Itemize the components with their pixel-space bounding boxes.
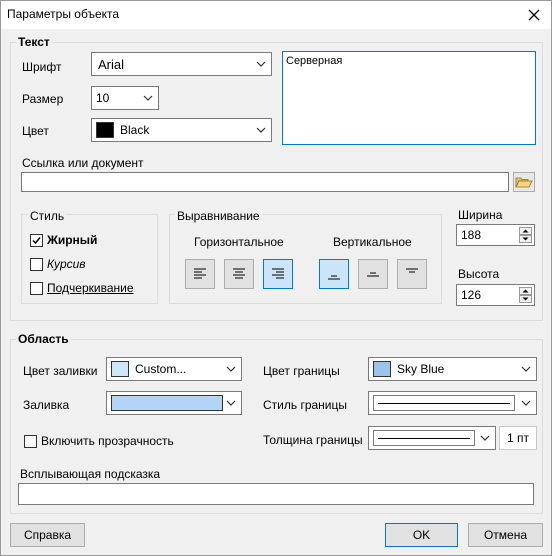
border-color-label: Цвет границы [263,364,340,378]
underline-checkbox[interactable]: Подчеркивание [30,280,134,296]
color-label: Цвет [22,124,49,138]
tooltip-label: Всплывающая подсказка [20,467,161,481]
folder-open-icon [515,177,533,188]
link-input[interactable] [21,172,509,192]
transparency-label: Включить прозрачность [41,434,174,448]
underline-label: Подчеркивание [47,281,134,295]
border-style-select[interactable] [368,391,537,415]
italic-checkbox[interactable]: Курсив [30,256,86,272]
chevron-down-icon [521,400,531,406]
width-spinner[interactable]: 188 [456,224,535,246]
border-width-text: 1 пт [506,431,529,445]
italic-label: Курсив [47,257,86,271]
border-color-select[interactable]: Sky Blue [368,357,537,381]
text-color-select[interactable]: Black [91,118,272,142]
font-value: Arial [98,57,125,72]
bold-check-box [30,233,43,247]
border-color-value: Sky Blue [397,362,445,376]
close-button[interactable] [519,2,549,28]
horizontal-label: Горизонтальное [194,235,284,249]
ok-button[interactable]: OK [385,523,458,547]
ok-button-label: OK [412,528,431,542]
title-bar: Параметры объекта [1,1,551,29]
align-bottom-button[interactable] [319,259,349,289]
align-left-icon [194,268,206,279]
width-value: 188 [461,228,482,242]
fill-select[interactable] [106,391,242,415]
cancel-button[interactable]: Отмена [468,523,543,547]
align-right-button[interactable] [263,259,293,289]
link-label: Ссылка или документ [22,156,144,170]
chevron-down-icon [226,366,236,372]
fill-label: Заливка [23,398,70,412]
align-center-button[interactable] [224,259,254,289]
close-icon [528,9,540,21]
bold-checkbox[interactable]: Жирный [30,232,97,248]
align-middle-icon [367,272,379,277]
browse-button[interactable] [513,172,535,192]
chevron-down-icon [256,61,266,67]
border-style-label: Стиль границы [263,398,348,412]
height-value: 126 [461,288,482,302]
height-label: Высота [458,267,500,281]
align-top-icon [406,268,418,273]
fill-swatch [111,395,223,411]
chevron-down-icon [521,366,531,372]
chevron-down-icon [256,127,266,133]
transparency-checkbox[interactable]: Включить прозрачность [24,433,174,449]
border-color-swatch [373,361,391,377]
size-label: Размер [22,92,64,106]
fill-color-swatch [111,361,129,377]
italic-check-box [30,257,43,271]
chevron-down-icon [143,95,153,101]
text-color-value: Black [120,123,150,137]
fill-color-select[interactable]: Custom... [106,357,242,381]
bold-label: Жирный [47,233,98,247]
size-select[interactable]: 10 [91,86,159,110]
checkmark-icon [32,236,41,244]
border-width-label: Толщина границы [263,433,363,447]
width-label: Ширина [458,208,503,222]
border-style-preview [373,395,515,411]
underline-check-box [30,281,43,295]
align-center-icon [233,268,245,279]
style-group-title: Стиль [28,209,67,223]
chevron-down-icon [226,400,236,406]
height-spinner[interactable]: 126 [456,284,535,306]
align-right-icon [272,268,284,279]
align-bottom-icon [328,275,340,280]
fill-color-label: Цвет заливки [23,364,98,378]
font-label: Шрифт [22,60,62,74]
preview-text: Серверная [286,55,343,67]
text-group-title: Текст [16,35,52,49]
window-title: Параметры объекта [7,7,120,21]
border-width-preview [373,430,475,446]
border-width-value: 1 пт [499,426,537,450]
spinner-arrows-icon [519,227,532,243]
tooltip-input[interactable] [18,483,534,505]
object-properties-dialog: Параметры объекта Текст Шрифт Arial Разм… [0,0,552,556]
align-top-button[interactable] [397,259,427,289]
text-color-swatch [96,122,114,138]
text-preview-area[interactable]: Серверная [282,51,536,145]
border-width-select[interactable] [368,426,496,450]
cancel-button-label: Отмена [483,528,528,542]
help-button[interactable]: Справка [10,523,85,547]
align-middle-button[interactable] [358,259,388,289]
fill-color-value: Custom... [135,362,187,376]
align-left-button[interactable] [185,259,215,289]
transparency-check-box [24,434,37,448]
chevron-down-icon [480,435,490,441]
font-select[interactable]: Arial [91,52,272,76]
vertical-label: Вертикальное [333,235,412,249]
alignment-group-title: Выравнивание [175,209,262,223]
area-group-title: Область [16,332,71,346]
size-value: 10 [96,91,110,105]
spinner-arrows-icon [519,287,532,303]
help-button-label: Справка [23,528,72,542]
